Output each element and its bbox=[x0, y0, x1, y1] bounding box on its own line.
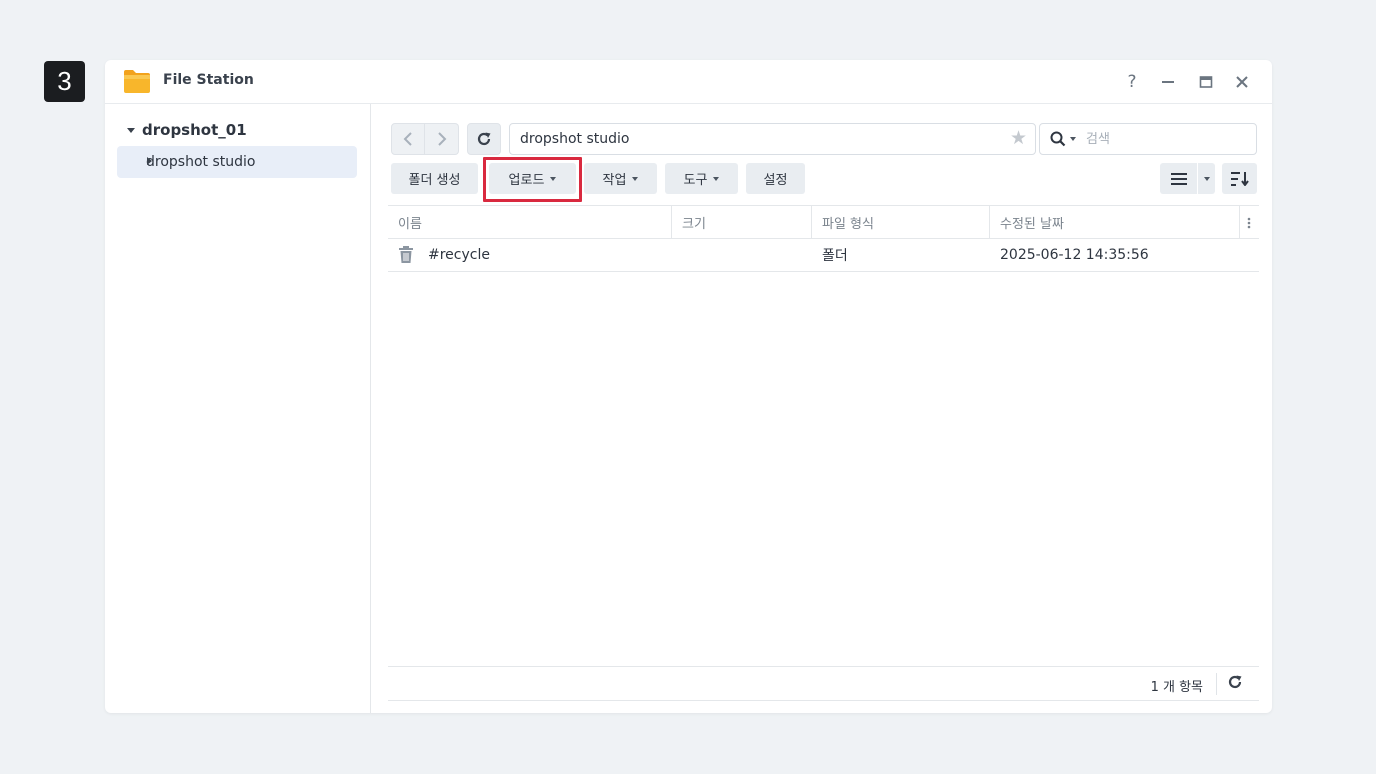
trash-icon bbox=[398, 239, 414, 271]
tools-button[interactable]: 도구 bbox=[665, 163, 738, 194]
new-folder-button[interactable]: 폴더 생성 bbox=[391, 163, 478, 194]
star-icon[interactable]: ★ bbox=[1010, 127, 1027, 149]
list-view-icon bbox=[1170, 172, 1187, 185]
tree-root[interactable]: dropshot_01 bbox=[127, 121, 247, 139]
settings-button[interactable]: 설정 bbox=[746, 163, 805, 194]
refresh-icon bbox=[477, 132, 491, 146]
highlight-box bbox=[483, 157, 582, 202]
sidebar-item-dropshot-studio[interactable]: dropshot studio bbox=[117, 146, 357, 178]
search-caret-icon[interactable] bbox=[1070, 137, 1076, 141]
search-input[interactable] bbox=[1086, 131, 1236, 147]
status-bar: 1 개 항목 bbox=[388, 666, 1259, 701]
column-options-icon[interactable] bbox=[1240, 206, 1259, 239]
folder-app-icon bbox=[123, 68, 151, 94]
refresh-button[interactable] bbox=[467, 123, 501, 155]
column-header-modified[interactable]: 수정된 날짜 bbox=[990, 206, 1240, 239]
path-bar[interactable]: dropshot studio ★ bbox=[509, 123, 1036, 155]
column-header-name[interactable]: 이름 bbox=[388, 206, 672, 239]
view-list-button[interactable] bbox=[1160, 163, 1197, 194]
item-count: 1 개 항목 bbox=[1150, 680, 1203, 695]
file-station-window: File Station ? dropshot_01 dropshot stud… bbox=[105, 60, 1272, 713]
column-header-size[interactable]: 크기 bbox=[672, 206, 812, 239]
path-text: dropshot studio bbox=[520, 131, 630, 147]
chevron-left-icon bbox=[403, 132, 412, 146]
title-bar: File Station ? bbox=[105, 60, 1272, 104]
tools-label: 도구 bbox=[683, 173, 708, 188]
minimize-icon[interactable] bbox=[1156, 70, 1180, 94]
help-icon[interactable]: ? bbox=[1120, 70, 1144, 94]
file-grid-header: 이름 크기 파일 형식 수정된 날짜 bbox=[388, 205, 1259, 239]
chevron-down-icon bbox=[632, 176, 639, 181]
status-divider bbox=[1216, 673, 1217, 695]
chevron-right-icon bbox=[437, 132, 446, 146]
sidebar-item-label: dropshot studio bbox=[146, 154, 256, 170]
file-name: #recycle bbox=[428, 247, 490, 263]
settings-label: 설정 bbox=[763, 173, 788, 188]
back-button[interactable] bbox=[391, 123, 425, 155]
table-row[interactable]: #recycle 폴더 2025-06-12 14:35:56 bbox=[388, 239, 1259, 272]
column-header-type[interactable]: 파일 형식 bbox=[812, 206, 990, 239]
action-label: 작업 bbox=[602, 173, 627, 188]
action-button[interactable]: 작업 bbox=[584, 163, 657, 194]
search-box[interactable] bbox=[1039, 123, 1257, 155]
new-folder-label: 폴더 생성 bbox=[408, 173, 461, 188]
tree-root-label: dropshot_01 bbox=[142, 121, 247, 139]
view-mode-dropdown[interactable] bbox=[1198, 163, 1215, 194]
step-badge: 3 bbox=[44, 61, 85, 102]
file-type: 폴더 bbox=[822, 248, 848, 264]
file-modified: 2025-06-12 14:35:56 bbox=[1000, 247, 1149, 263]
chevron-down-icon bbox=[713, 176, 720, 181]
close-icon[interactable] bbox=[1230, 70, 1254, 94]
chevron-down-icon bbox=[1203, 176, 1210, 181]
forward-button[interactable] bbox=[425, 123, 459, 155]
maximize-icon[interactable] bbox=[1194, 70, 1218, 94]
caret-right-icon[interactable] bbox=[147, 157, 152, 165]
sort-icon bbox=[1230, 171, 1249, 186]
search-icon[interactable] bbox=[1050, 131, 1066, 147]
app-title: File Station bbox=[163, 72, 254, 88]
sort-button[interactable] bbox=[1222, 163, 1257, 194]
sidebar: dropshot_01 dropshot studio bbox=[105, 104, 371, 713]
caret-down-icon[interactable] bbox=[127, 127, 135, 133]
status-refresh-icon[interactable] bbox=[1227, 674, 1245, 692]
